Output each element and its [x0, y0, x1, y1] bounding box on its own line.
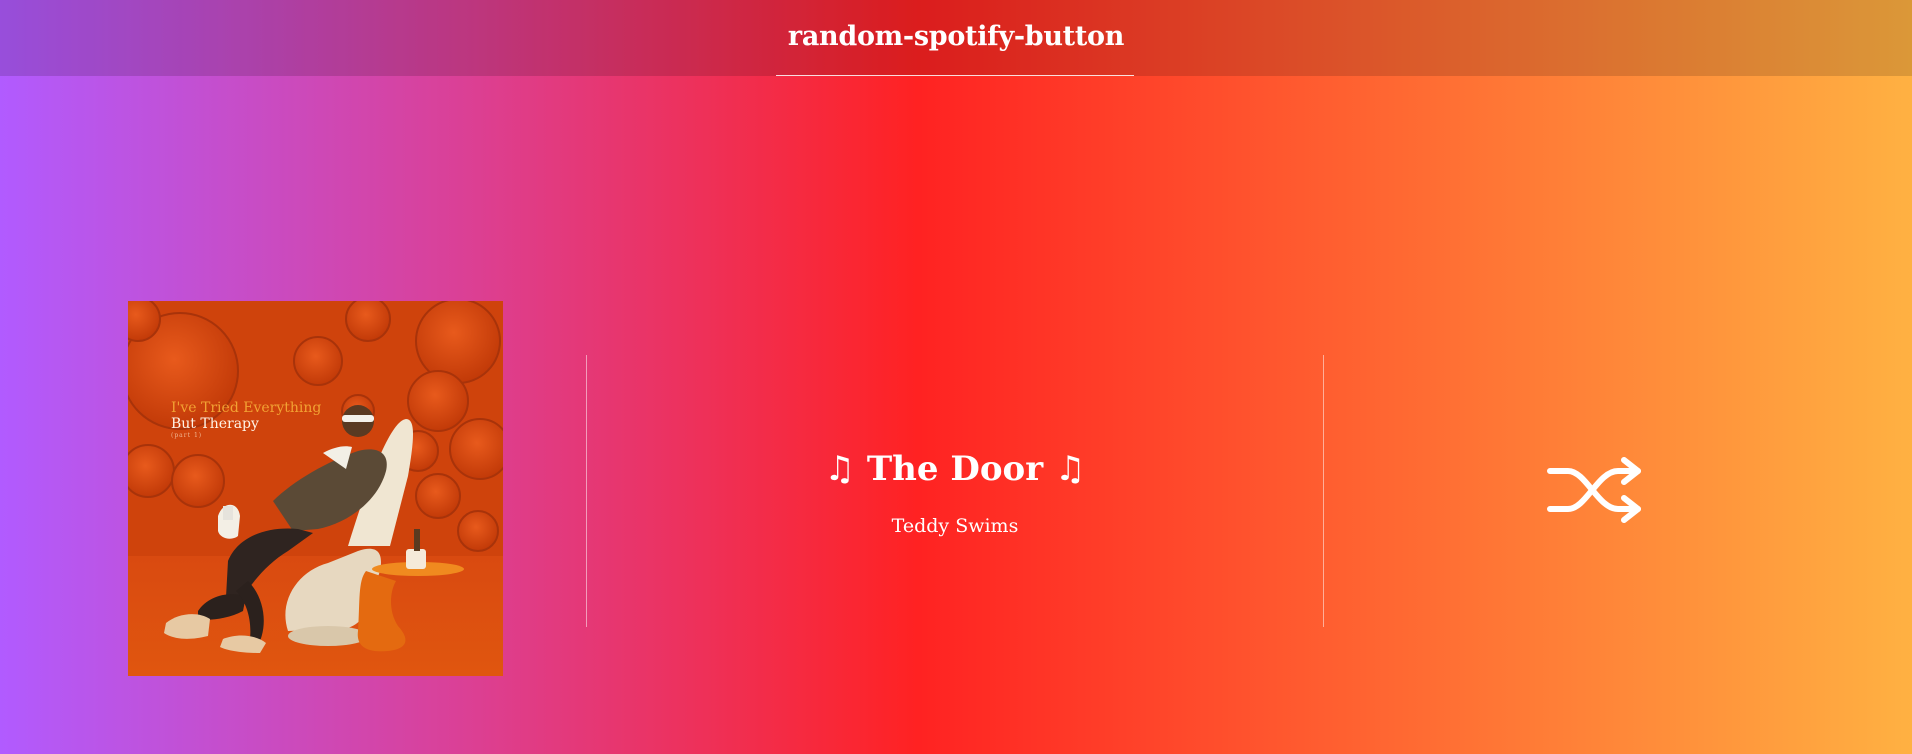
track-title-row: ♫ The Door ♫ [587, 445, 1323, 493]
album-cover-line3: (part 1) [171, 432, 203, 439]
album-cover-line2: But Therapy [171, 416, 259, 432]
album-cover-artwork [128, 301, 503, 676]
album-cover-text: I've Tried Everything But Therapy (part … [171, 400, 321, 440]
shuffle-icon [1547, 457, 1641, 523]
album-cover-line1: I've Tried Everything [171, 400, 322, 416]
shuffle-button[interactable] [1536, 448, 1654, 532]
title-underline [776, 75, 1134, 76]
app-title: random-spotify-button [787, 21, 1125, 52]
track-title: The Door [866, 449, 1044, 489]
music-note-icon: ♫ [1054, 449, 1086, 489]
track-artist: Teddy Swims [891, 515, 1019, 537]
divider-right [1323, 355, 1324, 627]
music-note-icon: ♫ [824, 449, 856, 489]
track-info: ♫ The Door ♫ Teddy Swims [587, 445, 1323, 539]
album-cover: I've Tried Everything But Therapy (part … [128, 301, 503, 676]
